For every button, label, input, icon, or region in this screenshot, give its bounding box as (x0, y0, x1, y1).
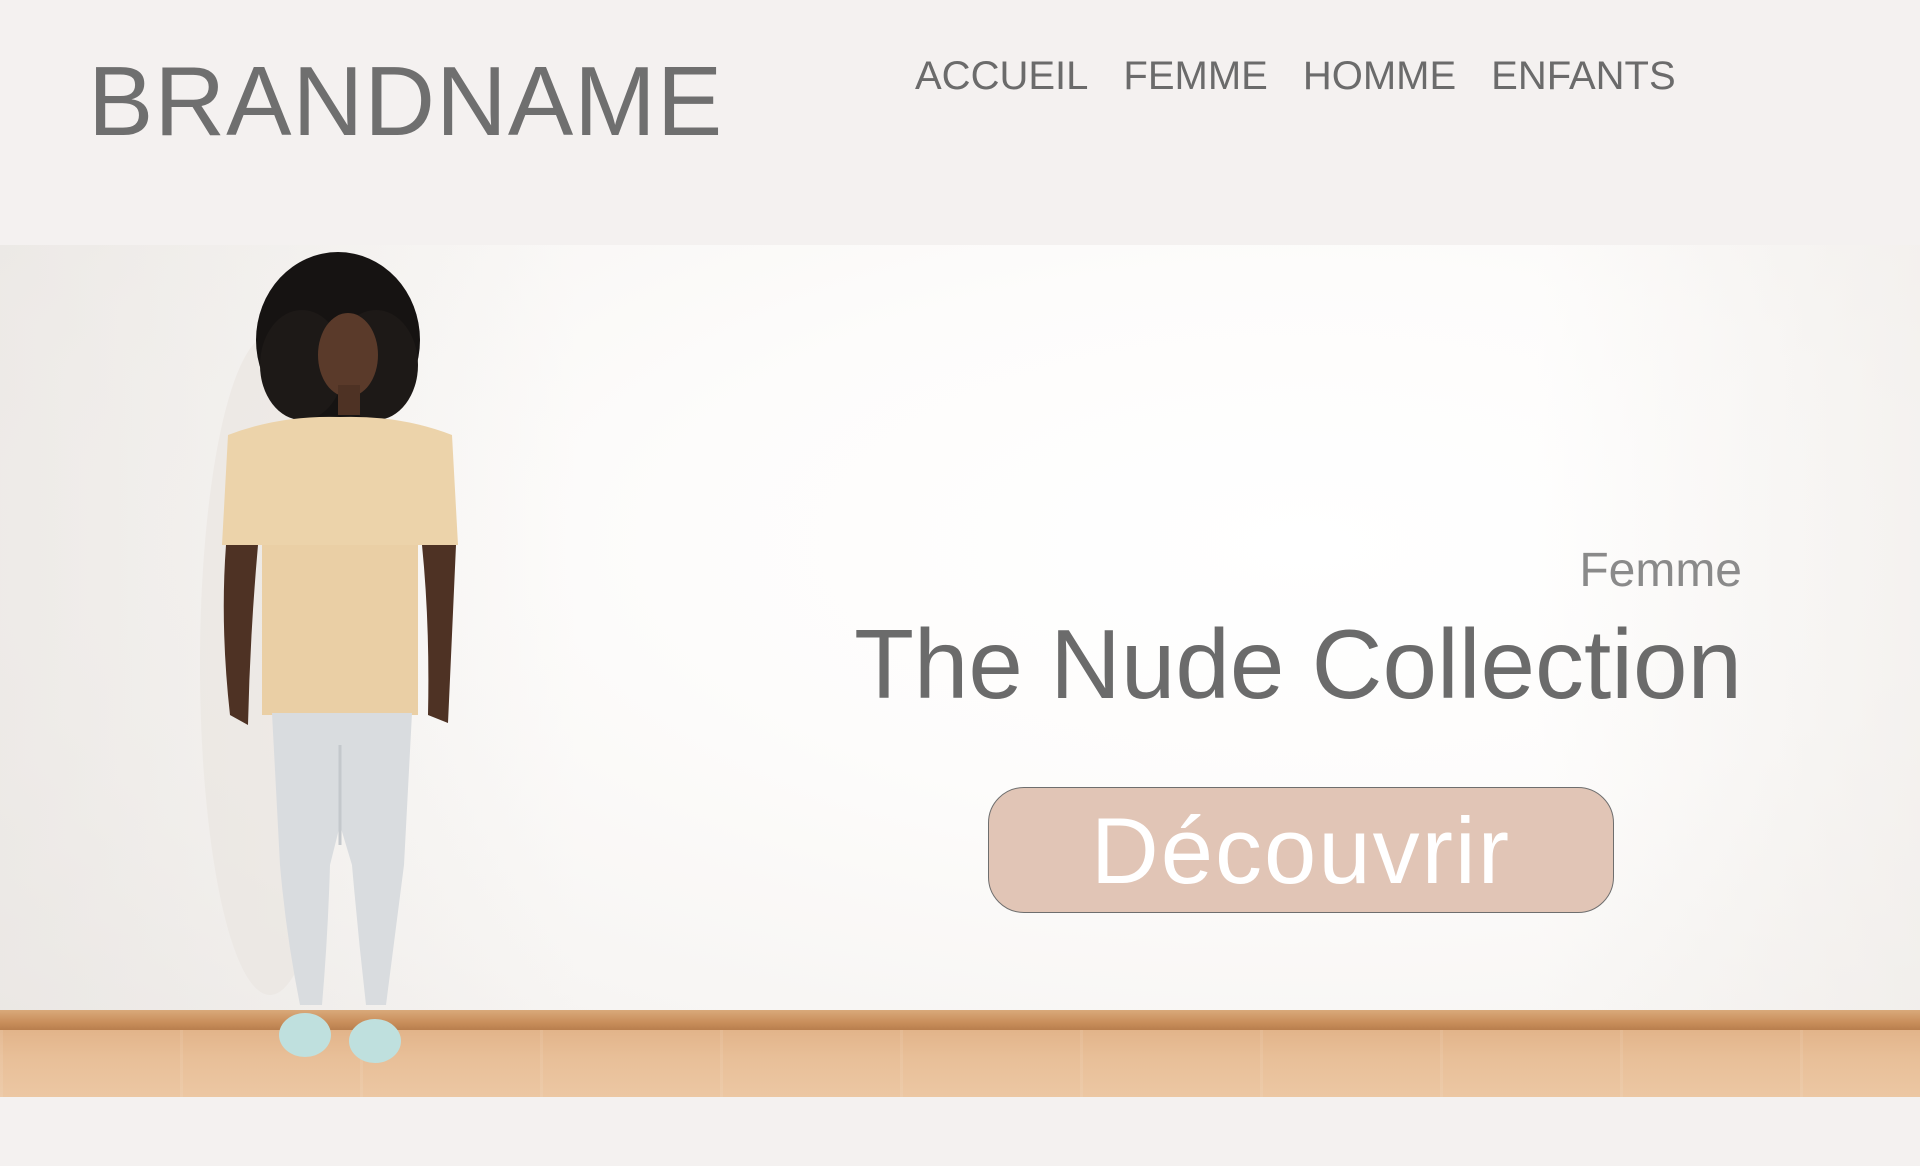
nav-item-accueil[interactable]: ACCUEIL (915, 52, 1088, 100)
main-nav: ACCUEIL FEMME HOMME ENFANTS (915, 52, 1676, 100)
nav-item-homme[interactable]: HOMME (1303, 52, 1456, 100)
category-label: Femme (1579, 544, 1742, 597)
page: BRANDNAME ACCUEIL FEMME HOMME ENFANTS Fe… (0, 0, 1920, 1166)
model-photo (200, 252, 458, 1063)
site-header: BRANDNAME ACCUEIL FEMME HOMME ENFANTS (0, 0, 1920, 245)
hero-banner: Femme The Nude Collection Découvrir (0, 245, 1920, 1097)
collection-title: The Nude Collection (854, 609, 1742, 719)
nav-item-femme[interactable]: FEMME (1123, 52, 1267, 100)
nav-item-enfants[interactable]: ENFANTS (1491, 52, 1675, 100)
discover-button[interactable]: Découvrir (988, 787, 1614, 913)
hero-text: Femme The Nude Collection (854, 543, 1742, 719)
brand-logo[interactable]: BRANDNAME (88, 46, 723, 156)
